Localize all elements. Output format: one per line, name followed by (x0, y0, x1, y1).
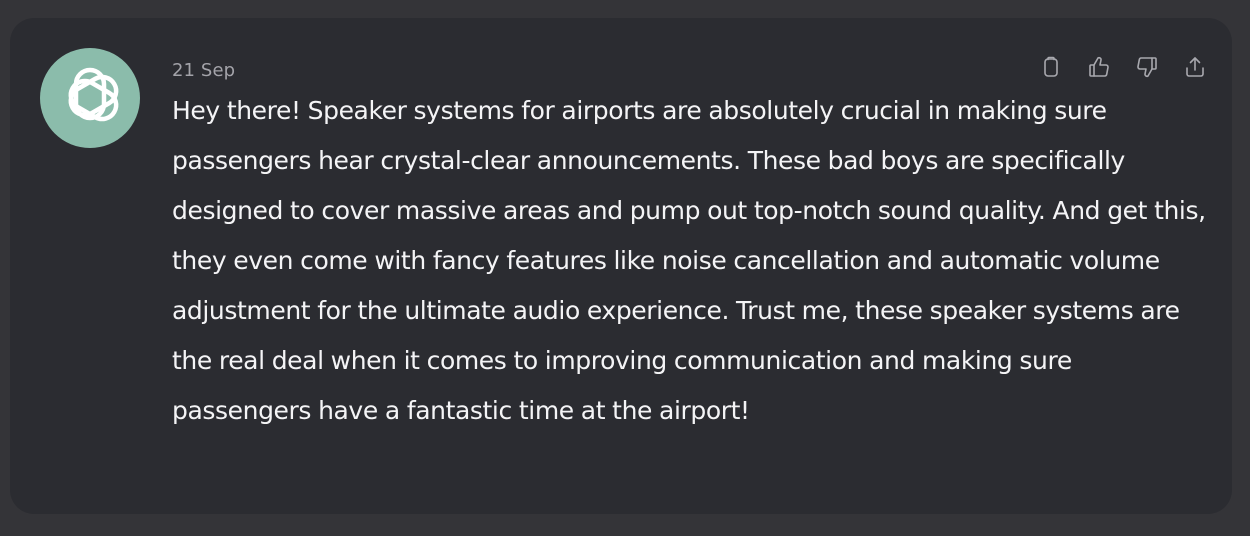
thumbs-down-icon (1137, 57, 1157, 78)
message-timestamp: 21 Sep (172, 60, 236, 81)
message-card: 21 Sep Hey there! Speaker systems for ai… (10, 18, 1232, 514)
message-text: Hey there! Speaker systems for airports … (172, 96, 1206, 425)
thumbs-down-button[interactable] (1130, 50, 1164, 84)
clipboard-icon (1044, 56, 1058, 77)
thumbs-up-button[interactable] (1082, 50, 1116, 84)
openai-logo-icon (68, 67, 119, 122)
message-actions (1034, 50, 1212, 84)
thumbs-up-icon (1089, 56, 1109, 77)
avatar (40, 48, 140, 148)
share-icon (1186, 57, 1204, 77)
share-button[interactable] (1178, 50, 1212, 84)
copy-button[interactable] (1034, 50, 1068, 84)
